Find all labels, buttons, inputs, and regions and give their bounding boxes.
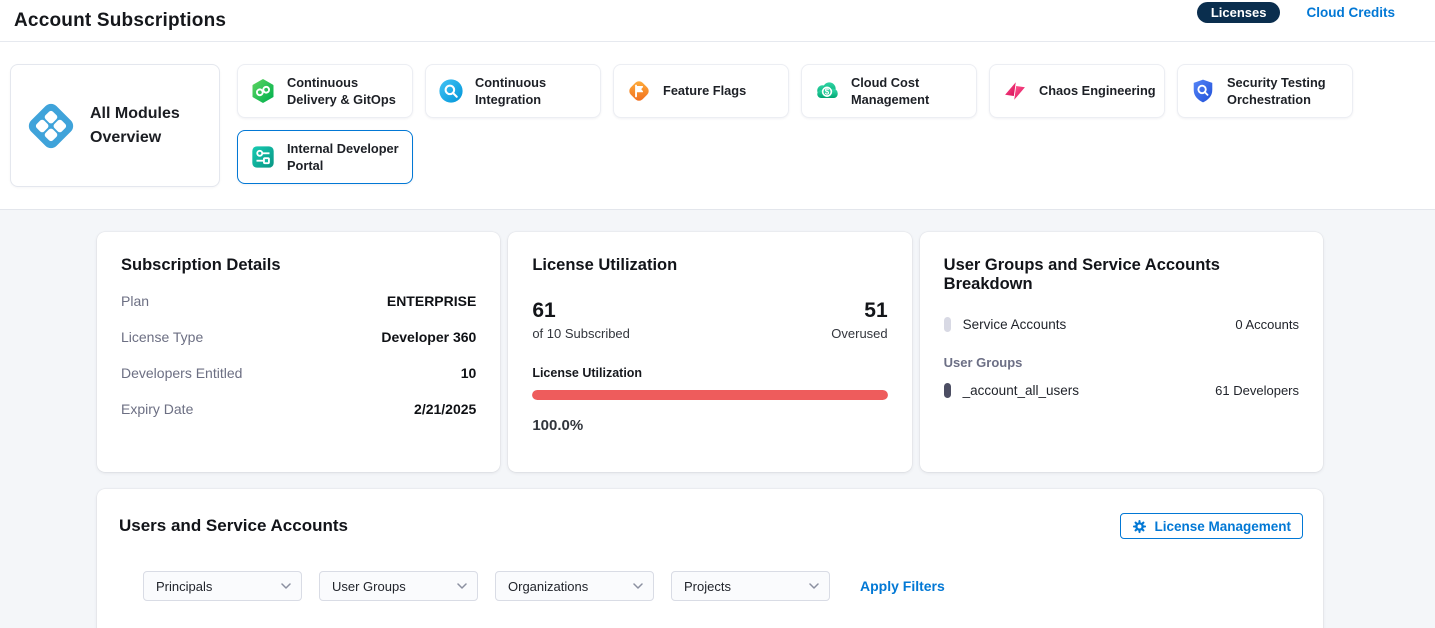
- module-card-continuous-delivery-gitops[interactable]: Continuous Delivery & GitOps: [237, 64, 413, 118]
- feature-flags-icon: [626, 78, 652, 104]
- chevron-down-icon: [457, 583, 467, 589]
- user-groups-heading: User Groups: [944, 355, 1299, 370]
- all-modules-icon: [25, 100, 77, 152]
- detail-value: Developer 360: [381, 328, 476, 347]
- module-card-chaos-engineering[interactable]: Chaos Engineering: [989, 64, 1165, 118]
- user-group-name: _account_all_users: [963, 383, 1079, 398]
- user-group-bullet: [944, 383, 951, 398]
- chevron-down-icon: [633, 583, 643, 589]
- all-modules-overview-label: All Modules Overview: [90, 102, 200, 150]
- tab-cloud-credits[interactable]: Cloud Credits: [1306, 5, 1395, 20]
- detail-label: Expiry Date: [121, 400, 193, 419]
- filter-label: Principals: [156, 579, 212, 594]
- cloud-cost-icon: $: [814, 78, 840, 104]
- user-group-value: 61 Developers: [1215, 383, 1299, 398]
- user-group-row: _account_all_users 61 Developers: [944, 383, 1299, 398]
- chaos-icon: [1002, 78, 1028, 104]
- filter-dropdown-user-groups[interactable]: User Groups: [319, 571, 478, 601]
- utilization-percent: 100.0%: [532, 417, 887, 434]
- license-management-label: License Management: [1154, 519, 1291, 534]
- sto-shield-icon: [1190, 78, 1216, 104]
- detail-value: 2/21/2025: [414, 400, 476, 419]
- breakdown-title: User Groups and Service Accounts Breakdo…: [944, 256, 1299, 294]
- service-accounts-label: Service Accounts: [963, 317, 1067, 332]
- detail-row: Developers Entitled 10: [121, 364, 476, 383]
- detail-label: Developers Entitled: [121, 364, 242, 383]
- detail-label: License Type: [121, 328, 203, 347]
- summary-cards-row: Subscription Details Plan ENTERPRISE Lic…: [97, 232, 1323, 472]
- users-and-service-accounts-card: Users and Service Accounts License Manag…: [97, 489, 1323, 628]
- detail-label: Plan: [121, 292, 149, 311]
- idp-icon: [250, 144, 276, 170]
- utilization-bar-fill: [532, 390, 887, 400]
- subscription-details-rows: Plan ENTERPRISE License Type Developer 3…: [121, 292, 476, 419]
- module-label: Cloud Cost Management: [851, 74, 968, 109]
- users-section-title: Users and Service Accounts: [119, 516, 348, 536]
- filters-row: Apply Filters Principals User Groups Org…: [143, 571, 1303, 601]
- module-label: Feature Flags: [663, 82, 746, 99]
- detail-row: Plan ENTERPRISE: [121, 292, 476, 311]
- detail-row: Expiry Date 2/21/2025: [121, 400, 476, 419]
- module-card-continuous-integration[interactable]: Continuous Integration: [425, 64, 601, 118]
- license-utilization-title: License Utilization: [532, 256, 887, 275]
- page-title: Account Subscriptions: [14, 10, 226, 32]
- gear-icon: [1132, 519, 1147, 534]
- detail-value: 10: [461, 364, 477, 383]
- module-label: Chaos Engineering: [1039, 82, 1156, 99]
- filter-dropdown-organizations[interactable]: Organizations: [495, 571, 654, 601]
- module-selector-band: All Modules Overview Continuous Delivery…: [0, 42, 1435, 210]
- service-accounts-row: Service Accounts 0 Accounts: [944, 317, 1299, 332]
- tab-licenses[interactable]: Licenses: [1197, 2, 1281, 23]
- chevron-down-icon: [281, 583, 291, 589]
- license-utilization-card: License Utilization 61 of 10 Subscribed …: [508, 232, 911, 472]
- service-accounts-bullet: [944, 317, 951, 332]
- module-card-security-testing-orchestration[interactable]: Security Testing Orchestration: [1177, 64, 1353, 118]
- module-label: Continuous Delivery & GitOps: [287, 74, 404, 109]
- filter-dropdown-principals[interactable]: Principals: [143, 571, 302, 601]
- module-card-feature-flags[interactable]: Feature Flags: [613, 64, 789, 118]
- detail-row: License Type Developer 360: [121, 328, 476, 347]
- svg-text:$: $: [825, 87, 830, 96]
- page-header: Account Subscriptions Licenses Cloud Cre…: [0, 0, 1435, 42]
- license-management-button[interactable]: License Management: [1120, 513, 1303, 539]
- filter-dropdown-projects[interactable]: Projects: [671, 571, 830, 601]
- module-label: Security Testing Orchestration: [1227, 74, 1344, 109]
- subscription-details-title: Subscription Details: [121, 256, 476, 275]
- overused-caption: Overused: [831, 326, 887, 341]
- used-caption: of 10 Subscribed: [532, 326, 630, 341]
- cd-gitops-icon: [250, 78, 276, 104]
- overused-count: 51: [831, 299, 887, 322]
- filter-label: Organizations: [508, 579, 588, 594]
- module-chip-grid: Continuous Delivery & GitOps Continuous …: [237, 64, 1353, 186]
- detail-value: ENTERPRISE: [387, 292, 476, 311]
- chevron-down-icon: [809, 583, 819, 589]
- header-tabs: Licenses Cloud Credits: [1197, 0, 1395, 24]
- ci-icon: [438, 78, 464, 104]
- service-accounts-value: 0 Accounts: [1235, 317, 1299, 332]
- subscription-details-card: Subscription Details Plan ENTERPRISE Lic…: [97, 232, 500, 472]
- filter-label: Projects: [684, 579, 731, 594]
- filter-label: User Groups: [332, 579, 406, 594]
- main-content: Subscription Details Plan ENTERPRISE Lic…: [0, 210, 1435, 628]
- utilization-bar-label: License Utilization: [532, 366, 887, 380]
- utilization-bar-track: [532, 390, 887, 400]
- user-groups-list: _account_all_users 61 Developers: [944, 383, 1299, 398]
- breakdown-card: User Groups and Service Accounts Breakdo…: [920, 232, 1323, 472]
- module-label: Internal Developer Portal: [287, 140, 404, 175]
- all-modules-overview-card[interactable]: All Modules Overview: [10, 64, 220, 187]
- module-card-internal-developer-portal[interactable]: Internal Developer Portal: [237, 130, 413, 184]
- module-card-cloud-cost-management[interactable]: $ Cloud Cost Management: [801, 64, 977, 118]
- used-count: 61: [532, 299, 630, 322]
- module-label: Continuous Integration: [475, 74, 592, 109]
- apply-filters-link[interactable]: Apply Filters: [860, 578, 945, 594]
